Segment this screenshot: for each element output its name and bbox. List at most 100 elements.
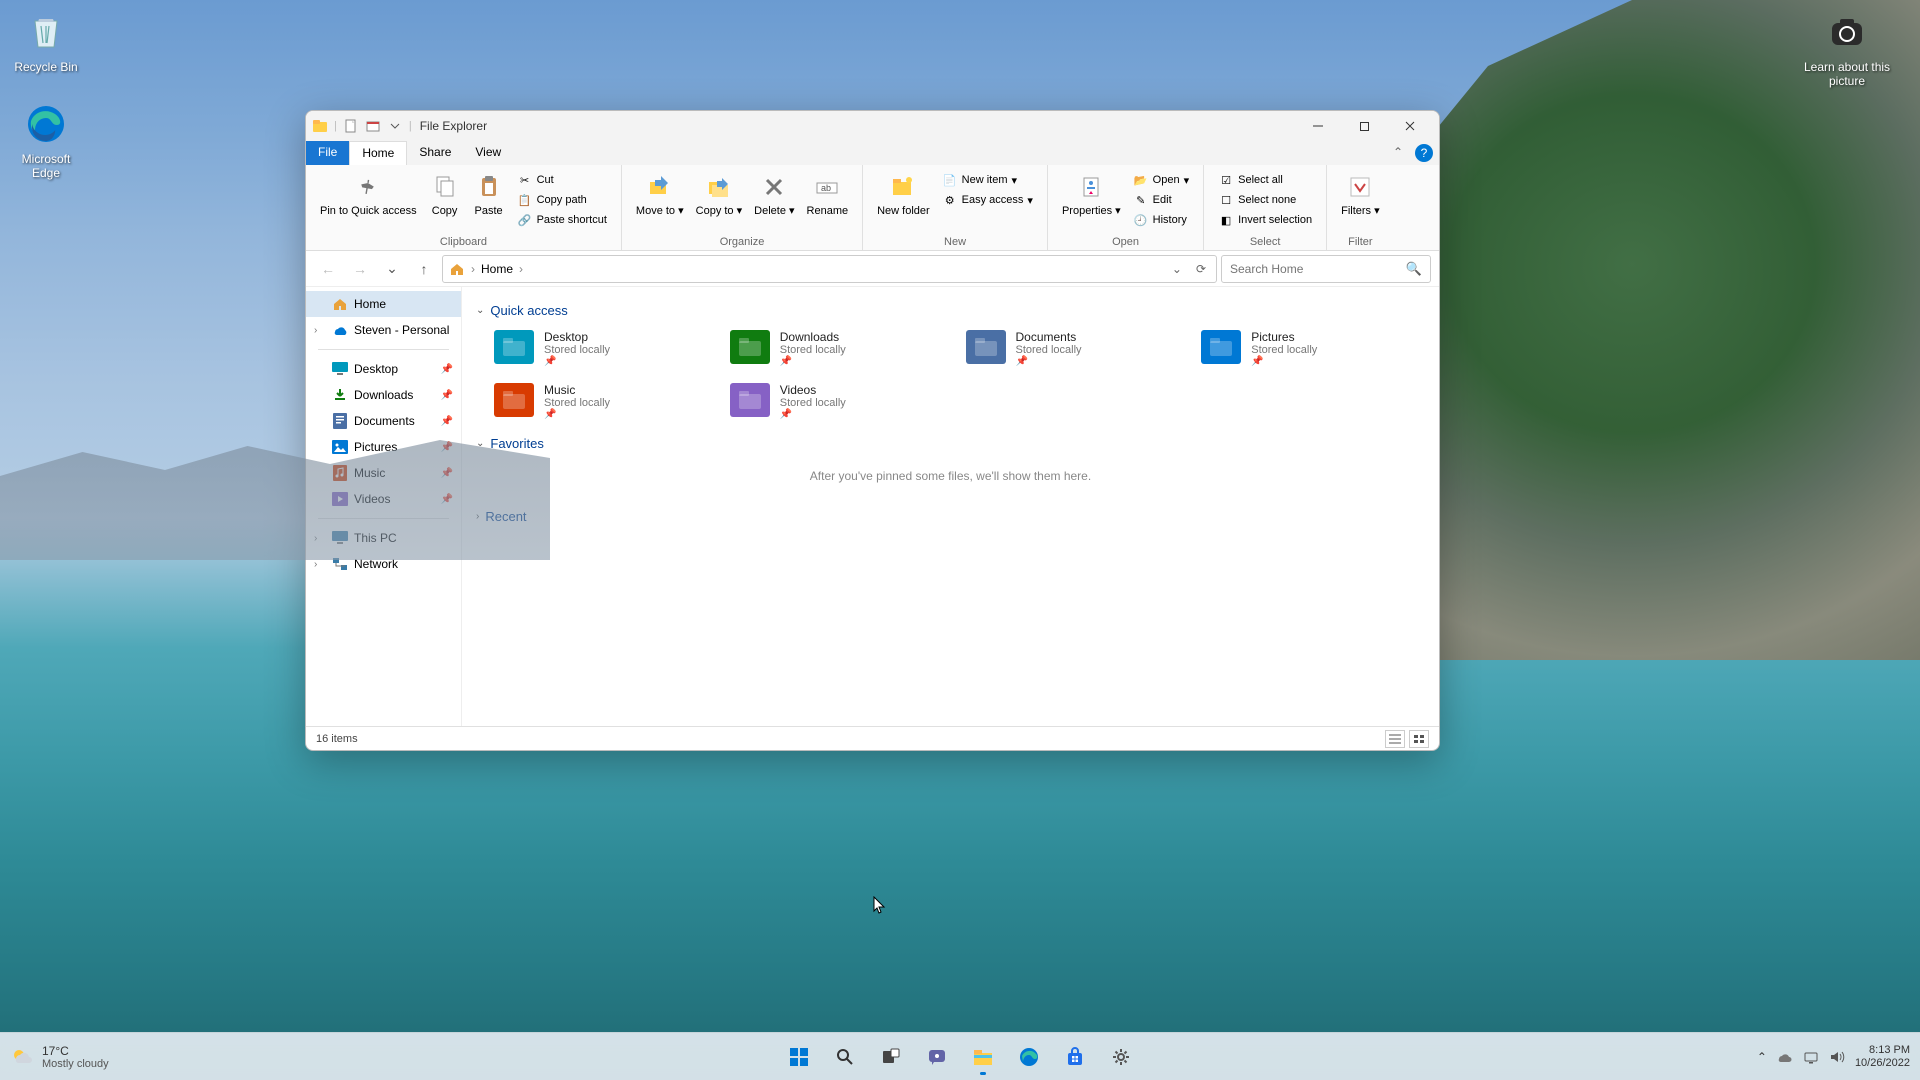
ribbon-label: Pin to Quick access (320, 205, 417, 217)
edit-button[interactable]: ✎Edit (1131, 191, 1191, 209)
minimize-button[interactable] (1295, 111, 1341, 141)
sidebar-item-label: Pictures (354, 440, 397, 454)
open-button[interactable]: 📂Open ▾ (1131, 171, 1191, 189)
cut-button[interactable]: ✂Cut (515, 171, 609, 189)
desktop-icon-recycle-bin[interactable]: Recycle Bin (8, 8, 84, 74)
back-button[interactable]: ← (314, 255, 342, 283)
edge-button[interactable] (1009, 1037, 1049, 1077)
network-tray-icon[interactable] (1803, 1050, 1819, 1064)
sidebar-item-music[interactable]: Music📌 (306, 460, 461, 486)
qat-new-file-icon[interactable] (343, 118, 359, 134)
qat-properties-icon[interactable] (365, 118, 381, 134)
breadcrumb-home[interactable]: Home (481, 262, 513, 276)
settings-button[interactable] (1101, 1037, 1141, 1077)
tab-view[interactable]: View (463, 141, 513, 165)
chat-button[interactable] (917, 1037, 957, 1077)
quick-access-item[interactable]: VideosStored locally📌 (728, 379, 954, 424)
address-bar[interactable]: › Home › ⌄ ⟳ (442, 255, 1217, 283)
tab-home[interactable]: Home (349, 141, 407, 165)
properties-button[interactable]: Properties ▾ (1056, 169, 1127, 219)
chevron-right-icon[interactable]: › (314, 559, 317, 570)
copy-button[interactable]: Copy (423, 169, 467, 219)
sidebar: Home › Steven - Personal Desktop📌 Downlo… (306, 287, 462, 726)
sidebar-item-this-pc[interactable]: ›This PC (306, 525, 461, 551)
tray-overflow-button[interactable]: ⌃ (1757, 1050, 1767, 1064)
sidebar-item-personal[interactable]: › Steven - Personal (306, 317, 461, 343)
quick-access-item[interactable]: MusicStored locally📌 (492, 379, 718, 424)
section-recent[interactable]: › Recent (476, 509, 1425, 524)
desktop-wallpaper[interactable]: Recycle Bin Microsoft Edge Learn about t… (0, 0, 1920, 1080)
help-button[interactable]: ? (1415, 144, 1433, 162)
window-title: File Explorer (420, 119, 487, 133)
pin-icon: 📌 (1016, 356, 1082, 367)
pin-quick-access-button[interactable]: Pin to Quick access (314, 169, 423, 219)
new-item-button[interactable]: 📄New item ▾ (940, 171, 1035, 189)
search-input[interactable] (1230, 262, 1406, 276)
move-to-button[interactable]: Move to ▾ (630, 169, 690, 219)
paste-shortcut-button[interactable]: 🔗Paste shortcut (515, 211, 609, 229)
paste-button[interactable]: Paste (467, 169, 511, 219)
titlebar-divider: | (409, 120, 412, 132)
quick-access-item[interactable]: DownloadsStored locally📌 (728, 326, 954, 371)
sidebar-item-videos[interactable]: Videos📌 (306, 486, 461, 512)
history-button[interactable]: 🕘History (1131, 211, 1191, 229)
up-button[interactable]: ↑ (410, 255, 438, 283)
close-button[interactable] (1387, 111, 1433, 141)
ribbon-label: Filters (1341, 205, 1371, 217)
invert-selection-button[interactable]: ◧Invert selection (1216, 211, 1314, 229)
task-view-button[interactable] (871, 1037, 911, 1077)
easy-access-button[interactable]: ⚙Easy access ▾ (940, 191, 1035, 209)
forward-button[interactable]: → (346, 255, 374, 283)
copy-to-button[interactable]: Copy to ▾ (690, 169, 749, 219)
store-button[interactable] (1055, 1037, 1095, 1077)
search-button[interactable] (825, 1037, 865, 1077)
recent-locations-button[interactable]: ⌄ (378, 255, 406, 283)
filters-button[interactable]: Filters ▾ (1335, 169, 1386, 219)
refresh-button[interactable]: ⟳ (1192, 262, 1210, 276)
chevron-right-icon[interactable]: › (471, 262, 475, 276)
address-dropdown-icon[interactable]: ⌄ (1168, 262, 1186, 276)
tab-file[interactable]: File (306, 141, 349, 165)
sidebar-item-downloads[interactable]: Downloads📌 (306, 382, 461, 408)
delete-button[interactable]: Delete ▾ (748, 169, 800, 219)
volume-tray-icon[interactable] (1829, 1050, 1845, 1064)
collapse-ribbon-button[interactable]: ⌃ (1387, 141, 1409, 165)
quick-access-item[interactable]: DesktopStored locally📌 (492, 326, 718, 371)
sidebar-item-documents[interactable]: Documents📌 (306, 408, 461, 434)
details-view-button[interactable] (1385, 730, 1405, 748)
desktop-icon-edge[interactable]: Microsoft Edge (8, 100, 84, 180)
search-box[interactable]: 🔍 (1221, 255, 1431, 283)
copy-path-button[interactable]: 📋Copy path (515, 191, 609, 209)
chevron-right-icon[interactable]: › (314, 325, 317, 336)
new-folder-button[interactable]: New folder (871, 169, 936, 219)
sidebar-item-pictures[interactable]: Pictures📌 (306, 434, 461, 460)
videos-icon (332, 491, 348, 507)
sidebar-item-desktop[interactable]: Desktop📌 (306, 356, 461, 382)
large-icons-view-button[interactable] (1409, 730, 1429, 748)
taskbar-clock[interactable]: 8:13 PM 10/26/2022 (1855, 1044, 1910, 1070)
select-none-button[interactable]: ☐Select none (1216, 191, 1314, 209)
file-explorer-button[interactable] (963, 1037, 1003, 1077)
rename-button[interactable]: abRename (801, 169, 855, 219)
chevron-right-icon[interactable]: › (519, 262, 523, 276)
tab-share[interactable]: Share (407, 141, 463, 165)
sidebar-item-home[interactable]: Home (306, 291, 461, 317)
quick-access-item[interactable]: DocumentsStored locally📌 (964, 326, 1190, 371)
titlebar[interactable]: | | File Explorer (306, 111, 1439, 141)
ribbon-label: Copy path (537, 194, 587, 206)
onedrive-tray-icon[interactable] (1777, 1050, 1793, 1064)
sidebar-item-network[interactable]: ›Network (306, 551, 461, 577)
quick-access-item[interactable]: PicturesStored locally📌 (1199, 326, 1425, 371)
chevron-right-icon[interactable]: › (314, 533, 317, 544)
taskbar-weather[interactable]: 17°C Mostly cloudy (10, 1044, 109, 1070)
section-quick-access[interactable]: ⌄ Quick access (476, 303, 1425, 318)
section-favorites[interactable]: ⌄ Favorites (476, 436, 1425, 451)
desktop-icon-learn-about[interactable]: Learn about this picture (1802, 8, 1892, 88)
search-icon[interactable]: 🔍 (1406, 261, 1422, 277)
invert-icon: ◧ (1218, 212, 1234, 228)
home-icon (332, 296, 348, 312)
qat-dropdown-icon[interactable] (387, 118, 403, 134)
maximize-button[interactable] (1341, 111, 1387, 141)
select-all-button[interactable]: ☑Select all (1216, 171, 1314, 189)
start-button[interactable] (779, 1037, 819, 1077)
